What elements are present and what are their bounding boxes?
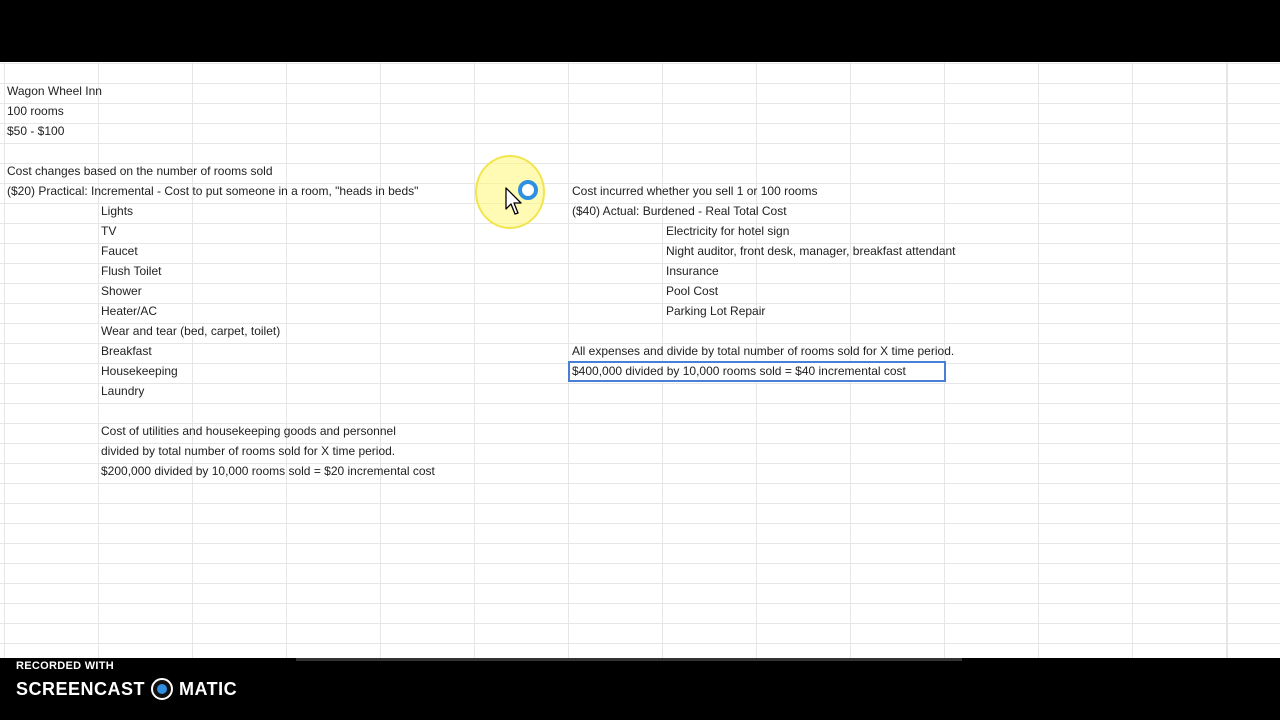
click-indicator-icon xyxy=(518,180,538,200)
watermark-brand-left: SCREENCAST xyxy=(16,678,146,699)
cell-item-shower[interactable]: Shower xyxy=(101,281,142,301)
cell-price-range[interactable]: $50 - $100 xyxy=(7,121,64,141)
watermark-brand: SCREENCAST MATIC xyxy=(16,678,237,700)
selected-cell-text: $400,000 divided by 10,000 rooms sold = … xyxy=(572,364,906,378)
cell-fixed-cost-heading[interactable]: Cost incurred whether you sell 1 or 100 … xyxy=(572,181,817,201)
cell-fixed-item-hotel-sign[interactable]: Electricity for hotel sign xyxy=(666,221,789,241)
cell-cost-changes-heading[interactable]: Cost changes based on the number of room… xyxy=(7,161,273,181)
cell-item-heater-ac[interactable]: Heater/AC xyxy=(101,301,157,321)
cell-burdened-heading[interactable]: ($40) Actual: Burdened - Real Total Cost xyxy=(572,201,787,221)
cell-fixed-item-pool[interactable]: Pool Cost xyxy=(666,281,718,301)
cell-fixed-item-parking-lot[interactable]: Parking Lot Repair xyxy=(666,301,765,321)
cell-item-lights[interactable]: Lights xyxy=(101,201,133,221)
watermark-recorded-with: RECORDED WITH xyxy=(16,660,115,672)
cell-item-tv[interactable]: TV xyxy=(101,221,116,241)
screencast-logo-icon xyxy=(151,678,174,700)
cell-burdened-explanation[interactable]: All expenses and divide by total number … xyxy=(572,341,954,361)
cell-incremental-explanation-2[interactable]: divided by total number of rooms sold fo… xyxy=(101,441,395,461)
cell-incremental-explanation-1[interactable]: Cost of utilities and housekeeping goods… xyxy=(101,421,396,441)
cell-item-breakfast[interactable]: Breakfast xyxy=(101,341,152,361)
grid-column-line xyxy=(1227,62,1228,658)
cell-incremental-heading[interactable]: ($20) Practical: Incremental - Cost to p… xyxy=(7,181,418,201)
cell-room-count[interactable]: 100 rooms xyxy=(7,101,64,121)
watermark-brand-right: MATIC xyxy=(179,678,238,699)
screencast-watermark: RECORDED WITH SCREENCAST MATIC xyxy=(16,660,237,700)
cell-fixed-item-staff[interactable]: Night auditor, front desk, manager, brea… xyxy=(666,241,956,261)
cell-hotel-name[interactable]: Wagon Wheel Inn xyxy=(7,81,102,101)
cell-item-flush-toilet[interactable]: Flush Toilet xyxy=(101,261,161,281)
cell-item-wear-and-tear[interactable]: Wear and tear (bed, carpet, toilet) xyxy=(101,321,280,341)
cell-incremental-calculation[interactable]: $200,000 divided by 10,000 rooms sold = … xyxy=(101,461,435,481)
cell-item-faucet[interactable]: Faucet xyxy=(101,241,138,261)
spreadsheet-grid[interactable]: Wagon Wheel Inn 100 rooms $50 - $100 Cos… xyxy=(0,62,1280,658)
cell-item-laundry[interactable]: Laundry xyxy=(101,381,144,401)
cell-item-housekeeping[interactable]: Housekeeping xyxy=(101,361,178,381)
horizontal-scrollbar[interactable] xyxy=(296,658,962,661)
cell-fixed-item-insurance[interactable]: Insurance xyxy=(666,261,719,281)
selected-cell-burdened-calculation[interactable]: $400,000 divided by 10,000 rooms sold = … xyxy=(568,361,946,382)
